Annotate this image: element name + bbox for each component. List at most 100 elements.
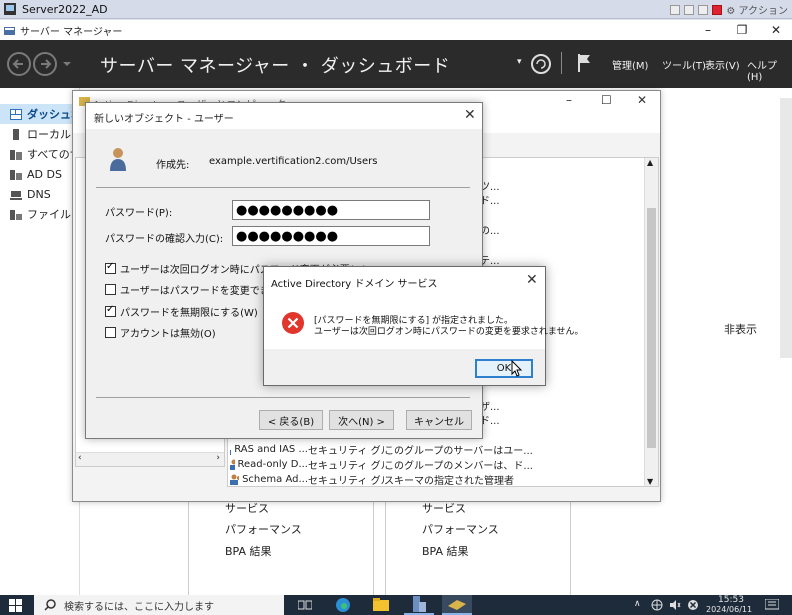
- mouse-cursor-icon: [511, 360, 523, 377]
- list-item[interactable]: ド...: [480, 192, 520, 207]
- server-icon: [13, 128, 19, 140]
- checkbox-box[interactable]: [105, 327, 116, 338]
- confirm-password-value: ●●●●●●●●●: [236, 228, 339, 244]
- scroll-thumb[interactable]: [647, 208, 656, 448]
- checkbox-never-expires[interactable]: パスワードを無期限にする(W): [105, 304, 258, 319]
- menu-help[interactable]: ヘルプ(H): [747, 57, 792, 83]
- notification-flag-icon[interactable]: [576, 52, 592, 74]
- taskbar: 検索するには、ここに入力します ∧ 15:53 2024/06/11: [0, 595, 792, 615]
- dashboard-icon: [10, 108, 22, 120]
- tray-chevron-icon[interactable]: ∧: [634, 599, 641, 609]
- clock-time[interactable]: 15:53: [718, 595, 744, 605]
- nav-back-forward[interactable]: [6, 50, 72, 78]
- taskbar-search[interactable]: 検索するには、ここに入力します: [34, 595, 284, 615]
- header-divider: [561, 52, 562, 74]
- list-row[interactable]: RAS and IAS ... セキュリティ グル... このグループのサーバー…: [230, 442, 650, 457]
- group-icon: [230, 449, 232, 455]
- password-input[interactable]: ●●●●●●●●●: [232, 200, 430, 220]
- notification-center-icon[interactable]: [765, 599, 779, 611]
- content-scrollbar[interactable]: [780, 98, 792, 358]
- list-vscrollbar[interactable]: ▲ ▼: [644, 158, 658, 486]
- list-item[interactable]: の...: [480, 222, 520, 237]
- aduc-close-button[interactable]: ✕: [637, 93, 647, 107]
- sidebar-item-dns[interactable]: DNS: [0, 184, 80, 204]
- sidebar-item-file-services[interactable]: ファイル サービス: [0, 204, 80, 224]
- list-item[interactable]: ザ...: [480, 398, 520, 413]
- list-item[interactable]: ド...: [480, 412, 520, 427]
- alert-titlebar: Active Directory ドメイン サービス ✕: [264, 267, 545, 295]
- menu-tools[interactable]: ツール(T): [662, 57, 706, 72]
- refresh-icon[interactable]: [530, 53, 552, 75]
- menu-view[interactable]: 表示(V): [705, 57, 740, 72]
- tile-performance-link[interactable]: パフォーマンス: [225, 521, 302, 537]
- back-button[interactable]: < 戻る(B): [259, 410, 323, 430]
- scroll-right-icon[interactable]: ›: [216, 453, 220, 463]
- sync-blocked-icon[interactable]: [687, 599, 699, 611]
- tile-performance-link[interactable]: パフォーマンス: [422, 521, 499, 537]
- server-manager-window-title: サーバー マネージャー: [20, 26, 123, 38]
- clock-date[interactable]: 2024/06/11: [706, 605, 752, 614]
- server-manager-taskbar-icon[interactable]: [404, 595, 434, 615]
- vm-maximize-button[interactable]: [698, 4, 709, 15]
- tile-bpa-link[interactable]: BPA 結果: [225, 543, 272, 559]
- scroll-left-icon[interactable]: ‹: [78, 453, 82, 463]
- dialog-close-button[interactable]: ✕: [464, 107, 476, 123]
- ok-button[interactable]: OK: [475, 359, 533, 378]
- checkbox-label: パスワードを無期限にする(W): [120, 308, 258, 319]
- alert-close-button[interactable]: ✕: [526, 272, 538, 288]
- list-row[interactable]: Read-only D... セキュリティ グル... このグループのメンバーは…: [230, 457, 650, 472]
- list-item[interactable]: テ...: [480, 252, 520, 267]
- divider: [96, 187, 470, 188]
- tile-bpa-link[interactable]: BPA 結果: [422, 543, 469, 559]
- sidebar-item-local-server[interactable]: ローカル サーバー: [0, 124, 80, 144]
- checkbox-box[interactable]: [105, 284, 116, 295]
- list-row[interactable]: Schema Ad... セキュリティ グル... スキーマの指定された管理者: [230, 472, 650, 487]
- close-button[interactable]: ✕: [758, 20, 792, 40]
- scroll-down-icon[interactable]: ▼: [647, 477, 653, 486]
- checkbox-account-disabled[interactable]: アカウントは無効(O): [105, 325, 216, 340]
- tree-hscrollbar[interactable]: ‹ ›: [76, 452, 224, 466]
- speaker-icon[interactable]: [669, 599, 681, 611]
- vm-restore-button[interactable]: [684, 4, 695, 15]
- role-tile-left: サービス パフォーマンス BPA 結果: [188, 488, 374, 595]
- vm-minimize-button[interactable]: [670, 4, 681, 15]
- task-view-icon[interactable]: [290, 595, 320, 615]
- sidebar-item-all-servers[interactable]: すべてのサーバー: [0, 144, 80, 164]
- aduc-taskbar-icon[interactable]: [442, 595, 472, 615]
- password-label: パスワード(P):: [105, 208, 173, 219]
- sidebar-item-label: DNS: [27, 187, 51, 201]
- vm-action-menu[interactable]: ⚙ アクション: [726, 2, 788, 17]
- minimize-button[interactable]: –: [690, 20, 726, 40]
- checkbox-box[interactable]: [105, 304, 116, 317]
- edge-icon[interactable]: [328, 595, 358, 615]
- hide-link[interactable]: 非表示: [724, 321, 757, 337]
- list-item[interactable]: ツ...: [480, 178, 520, 193]
- next-button[interactable]: 次へ(N) >: [329, 410, 394, 430]
- network-icon[interactable]: [651, 599, 663, 611]
- aduc-minimize-button[interactable]: –: [566, 93, 572, 107]
- start-windows-icon[interactable]: [9, 599, 22, 612]
- vm-record-icon[interactable]: [712, 4, 723, 15]
- restore-button[interactable]: ❐: [724, 20, 760, 40]
- sidebar: ダッシュボード ローカル サーバー すべてのサーバー AD DS DNS ファイ…: [0, 88, 80, 595]
- file-services-icon: [10, 209, 22, 220]
- user-icon: [110, 148, 126, 171]
- dropdown-arrow-icon[interactable]: ▾: [517, 57, 522, 67]
- error-icon: [282, 312, 304, 334]
- file-explorer-icon[interactable]: [366, 595, 396, 615]
- menu-manage[interactable]: 管理(M): [612, 57, 648, 72]
- tile-services-link[interactable]: サービス: [422, 500, 466, 516]
- row-name: Read-only D...: [230, 459, 308, 470]
- tile-services-link[interactable]: サービス: [225, 500, 269, 516]
- confirm-password-input[interactable]: ●●●●●●●●●: [232, 226, 430, 246]
- role-tile-right: サービス パフォーマンス BPA 結果: [385, 488, 571, 595]
- sidebar-item-adds[interactable]: AD DS: [0, 164, 80, 184]
- page-title: サーバー マネージャー ・ ダッシュボード: [100, 56, 451, 77]
- scroll-up-icon[interactable]: ▲: [647, 158, 653, 167]
- row-type: セキュリティ グル...: [308, 475, 384, 487]
- checkbox-label: アカウントは無効(O): [120, 329, 216, 340]
- cancel-button[interactable]: キャンセル: [406, 410, 472, 430]
- sidebar-item-dashboard[interactable]: ダッシュボード: [0, 104, 80, 124]
- aduc-maximize-button[interactable]: ☐: [601, 93, 612, 107]
- checkbox-box[interactable]: [105, 261, 116, 274]
